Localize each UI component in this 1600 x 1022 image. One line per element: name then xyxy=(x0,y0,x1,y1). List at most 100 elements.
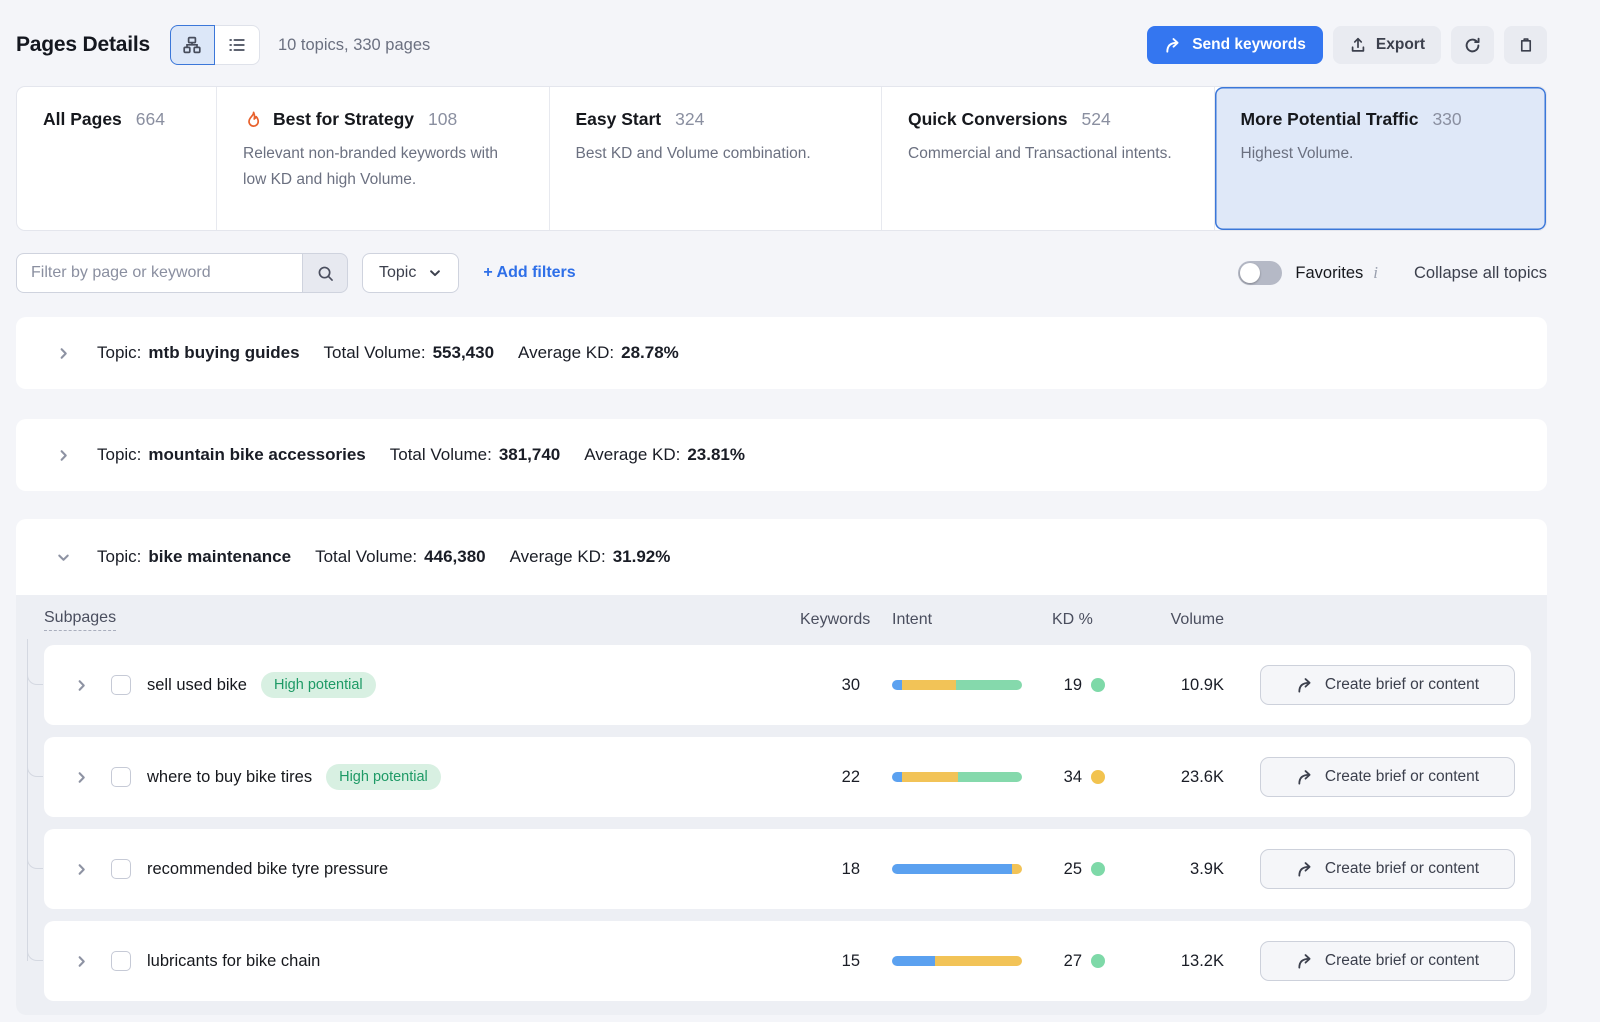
tree-connector xyxy=(27,756,43,777)
create-brief-button[interactable]: Create brief or content xyxy=(1260,941,1515,981)
table-row: sell used bike High potential 30 19 10.9… xyxy=(44,645,1531,725)
total-volume-label: Total Volume: xyxy=(390,445,492,465)
topic-row-bike-maintenance-expanded: Topic: bike maintenance Total Volume: 44… xyxy=(16,519,1547,1015)
volume-value: 23.6K xyxy=(1132,768,1224,787)
delete-button[interactable] xyxy=(1504,26,1547,64)
search-icon xyxy=(316,264,335,283)
volume-value: 3.9K xyxy=(1132,860,1224,879)
tab-description: Commercial and Transactional intents. xyxy=(908,141,1188,167)
chevron-right-icon[interactable] xyxy=(74,954,89,969)
row-checkbox[interactable] xyxy=(111,859,131,879)
subpages-rows: sell used bike High potential 30 19 10.9… xyxy=(44,645,1531,1001)
refresh-button[interactable] xyxy=(1451,26,1494,64)
total-volume-value: 446,380 xyxy=(424,547,485,567)
intent-segment-blue xyxy=(892,772,902,782)
sitemap-icon xyxy=(182,35,202,55)
intent-bar xyxy=(892,772,1022,782)
intent-bar xyxy=(892,680,1022,690)
tab-best-for-strategy[interactable]: Best for Strategy108 Relevant non-brande… xyxy=(217,87,550,230)
create-brief-button[interactable]: Create brief or content xyxy=(1260,665,1515,705)
create-brief-button[interactable]: Create brief or content xyxy=(1260,757,1515,797)
tab-description: Best KD and Volume combination. xyxy=(576,141,856,167)
intent-bar xyxy=(892,956,1022,966)
subpages-panel: Subpages Keywords Intent KD % Volume sel… xyxy=(16,595,1547,1015)
send-keywords-button[interactable]: Send keywords xyxy=(1147,26,1323,64)
average-kd-value: 23.81% xyxy=(687,445,745,465)
tab-all-pages[interactable]: All Pages664 xyxy=(17,87,217,230)
table-row: lubricants for bike chain 15 27 13.2K Cr… xyxy=(44,921,1531,1001)
chevron-right-icon[interactable] xyxy=(74,678,89,693)
high-potential-badge: High potential xyxy=(326,764,441,790)
tab-easy-start[interactable]: Easy Start 324 Best KD and Volume combina… xyxy=(550,87,883,230)
tree-connector xyxy=(27,848,43,869)
send-arrow-icon xyxy=(1296,952,1315,971)
total-volume-value: 553,430 xyxy=(433,343,494,363)
send-arrow-icon xyxy=(1164,36,1183,55)
chevron-right-icon[interactable] xyxy=(56,346,71,361)
topic-name: mountain bike accessories xyxy=(148,445,365,465)
tab-description: Relevant non-branded keywords with low K… xyxy=(243,141,523,193)
list-icon xyxy=(227,35,247,55)
tree-line xyxy=(27,639,28,961)
create-brief-label: Create brief or content xyxy=(1325,676,1479,694)
row-checkbox[interactable] xyxy=(111,767,131,787)
topics-pages-summary: 10 topics, 330 pages xyxy=(278,36,430,55)
column-header-subpages[interactable]: Subpages xyxy=(44,609,116,631)
tab-count: 324 xyxy=(675,109,704,130)
topic-dropdown-label: Topic xyxy=(379,264,416,282)
export-label: Export xyxy=(1376,36,1425,54)
chevron-right-icon[interactable] xyxy=(74,862,89,877)
kd-dot xyxy=(1091,954,1105,968)
list-view-button[interactable] xyxy=(215,25,260,65)
chevron-right-icon[interactable] xyxy=(56,448,71,463)
flame-icon xyxy=(243,110,263,130)
keywords-count: 30 xyxy=(800,676,860,695)
row-checkbox[interactable] xyxy=(111,951,131,971)
kd-dot xyxy=(1091,678,1105,692)
topic-row-mtb-buying-guides[interactable]: Topic: mtb buying guides Total Volume: 5… xyxy=(16,317,1547,389)
topic-name: mtb buying guides xyxy=(148,343,299,363)
topic-filter-dropdown[interactable]: Topic xyxy=(362,253,459,293)
volume-value: 10.9K xyxy=(1132,676,1224,695)
export-icon xyxy=(1349,36,1367,54)
table-header: Subpages Keywords Intent KD % Volume xyxy=(44,595,1531,645)
topic-row-mountain-bike-accessories[interactable]: Topic: mountain bike accessories Total V… xyxy=(16,419,1547,491)
tree-view-button[interactable] xyxy=(170,25,215,65)
tree-connector xyxy=(27,664,43,685)
collapse-all-topics-link[interactable]: Collapse all topics xyxy=(1414,264,1547,283)
intent-segment-yellow xyxy=(902,680,955,690)
subpage-name: recommended bike tyre pressure xyxy=(147,860,388,879)
average-kd-label: Average KD: xyxy=(510,547,606,567)
keywords-count: 18 xyxy=(800,860,860,879)
chevron-down-icon[interactable] xyxy=(56,550,71,565)
favorites-toggle[interactable] xyxy=(1238,261,1282,285)
tab-quick-conversions[interactable]: Quick Conversions524 Commercial and Tran… xyxy=(882,87,1215,230)
column-header-keywords: Keywords xyxy=(800,611,860,629)
column-header-intent: Intent xyxy=(860,611,1022,629)
topic-name: bike maintenance xyxy=(148,547,291,567)
send-arrow-icon xyxy=(1296,860,1315,879)
refresh-icon xyxy=(1463,36,1482,55)
search-input[interactable] xyxy=(16,253,302,293)
subpage-name: lubricants for bike chain xyxy=(147,952,320,971)
tab-more-potential-traffic[interactable]: More Potential Traffic330 Highest Volume… xyxy=(1215,87,1547,230)
topic-header[interactable]: Topic: bike maintenance Total Volume: 44… xyxy=(16,519,1547,595)
topic-prefix: Topic: xyxy=(97,445,141,465)
favorites-label: Favorites xyxy=(1295,264,1363,283)
add-filters-link[interactable]: + Add filters xyxy=(483,264,575,282)
intent-segment-blue xyxy=(892,956,935,966)
info-icon[interactable]: i xyxy=(1373,263,1378,283)
create-brief-button[interactable]: Create brief or content xyxy=(1260,849,1515,889)
intent-bar xyxy=(892,864,1022,874)
tab-label: Easy Start xyxy=(576,109,662,130)
column-header-kd: KD % xyxy=(1022,611,1132,629)
export-button[interactable]: Export xyxy=(1333,26,1441,64)
search-button[interactable] xyxy=(302,253,348,293)
view-toggle xyxy=(170,25,260,65)
subpage-name: where to buy bike tires xyxy=(147,768,312,787)
intent-segment-yellow xyxy=(935,956,1022,966)
chevron-right-icon[interactable] xyxy=(74,770,89,785)
high-potential-badge: High potential xyxy=(261,672,376,698)
row-checkbox[interactable] xyxy=(111,675,131,695)
intent-segment-yellow xyxy=(1012,864,1022,874)
